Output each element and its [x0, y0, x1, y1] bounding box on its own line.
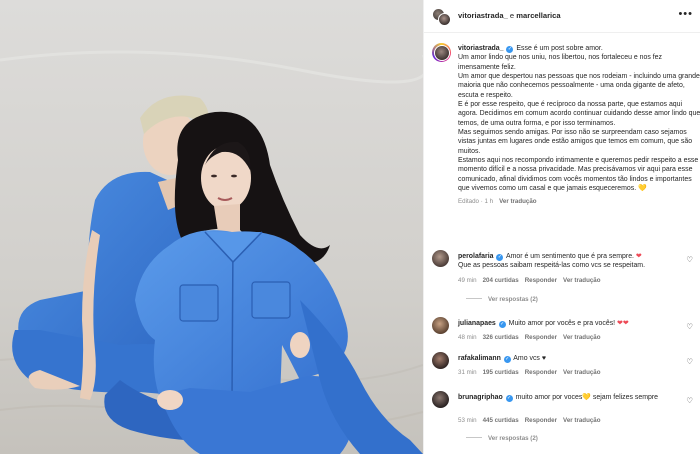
yellow-heart-icon: 💛: [638, 185, 647, 193]
comment-meta: 53 min 445 curtidas Responder Ver tradução: [458, 417, 607, 424]
comment-meta: 31 min 195 curtidas Responder Ver tradução: [458, 369, 607, 376]
comment-meta: 48 min 326 curtidas Responder Ver tradução: [458, 334, 607, 341]
see-translation-link[interactable]: Ver tradução: [563, 417, 600, 424]
verified-badge-icon: ✓: [506, 46, 514, 53]
comment-text: perolafaria ✓ Amor é um sentimento que é…: [458, 253, 646, 270]
post-sidebar: vitoriastrada_ e marcellarica ••• vitori…: [423, 0, 700, 454]
red-heart-icon: ❤: [635, 253, 642, 260]
reply-button[interactable]: Responder: [525, 369, 557, 376]
post-photo[interactable]: [0, 0, 423, 454]
avatar[interactable]: [432, 43, 451, 62]
post-authors: vitoriastrada_ e marcellarica: [458, 11, 561, 20]
coauthor-link[interactable]: marcellarica: [516, 11, 560, 20]
photo-illustration: [0, 0, 423, 454]
comment-likes[interactable]: 445 curtidas: [483, 417, 519, 424]
comment-username[interactable]: rafakalimann: [458, 355, 501, 362]
comment-text: brunagriphao ✓ muito amor por voces💛 sej…: [458, 394, 659, 402]
comment-username[interactable]: brunagriphao: [458, 394, 503, 401]
reply-button[interactable]: Responder: [525, 417, 557, 424]
avatar[interactable]: [438, 13, 451, 26]
caption-edited: Editado · 1 h: [458, 197, 494, 205]
avatar[interactable]: [432, 352, 449, 369]
red-heart-icon: ❤❤: [617, 320, 629, 327]
comment-likes[interactable]: 195 curtidas: [483, 369, 519, 376]
yellow-heart-icon: 💛: [582, 394, 591, 401]
black-heart-icon: ♥: [541, 355, 546, 362]
see-translation-link[interactable]: Ver tradução: [563, 334, 600, 341]
caption-text: vitoriastrada_ ✓ Esse é um post sobre am…: [458, 44, 700, 209]
avatar[interactable]: [432, 391, 449, 408]
caption-body: Esse é um post sobre amor. Um amor lindo…: [458, 45, 700, 193]
post-header: vitoriastrada_ e marcellarica •••: [424, 0, 700, 33]
verified-badge-icon: ✓: [496, 254, 504, 261]
see-translation-link[interactable]: Ver tradução: [499, 198, 536, 205]
verified-badge-icon: ✓: [503, 356, 511, 363]
comment-time: 48 min: [458, 334, 477, 341]
comment-meta: 49 min 204 curtidas Responder Ver tradução: [458, 277, 607, 284]
verified-badge-icon: ✓: [498, 321, 506, 328]
view-replies-button[interactable]: Ver respostas (2): [466, 296, 538, 303]
comment-time: 31 min: [458, 369, 477, 376]
reply-button[interactable]: Responder: [525, 277, 557, 284]
heart-outline-icon[interactable]: ♡: [686, 357, 693, 366]
heart-outline-icon[interactable]: ♡: [686, 322, 693, 331]
comment-time: 53 min: [458, 417, 477, 424]
see-translation-link[interactable]: Ver tradução: [563, 277, 600, 284]
comment-text: rafakalimann ✓ Amo vcs ♥: [458, 355, 546, 363]
author-link[interactable]: vitoriastrada_: [458, 11, 508, 20]
avatar[interactable]: [432, 317, 449, 334]
authors-connector: e: [507, 11, 517, 20]
see-translation-link[interactable]: Ver tradução: [563, 369, 600, 376]
comment-username[interactable]: julianapaes: [458, 320, 496, 327]
avatar[interactable]: [432, 250, 449, 267]
comments-feed[interactable]: vitoriastrada_ ✓ Esse é um post sobre am…: [424, 34, 700, 454]
collab-avatars[interactable]: [432, 8, 452, 26]
heart-outline-icon[interactable]: ♡: [686, 396, 693, 405]
caption-username[interactable]: vitoriastrada_: [458, 45, 504, 52]
view-replies-button[interactable]: Ver respostas (2): [466, 435, 538, 442]
comment-time: 49 min: [458, 277, 477, 284]
more-horizontal-icon[interactable]: •••: [678, 8, 693, 20]
comment-likes[interactable]: 326 curtidas: [483, 334, 519, 341]
reply-button[interactable]: Responder: [525, 334, 557, 341]
heart-outline-icon[interactable]: ♡: [686, 255, 693, 264]
comment-text: julianapaes ✓ Muito amor por vocês e pra…: [458, 320, 629, 328]
comment-username[interactable]: perolafaria: [458, 253, 493, 260]
verified-badge-icon: ✓: [505, 395, 513, 402]
comment-likes[interactable]: 204 curtidas: [483, 277, 519, 284]
